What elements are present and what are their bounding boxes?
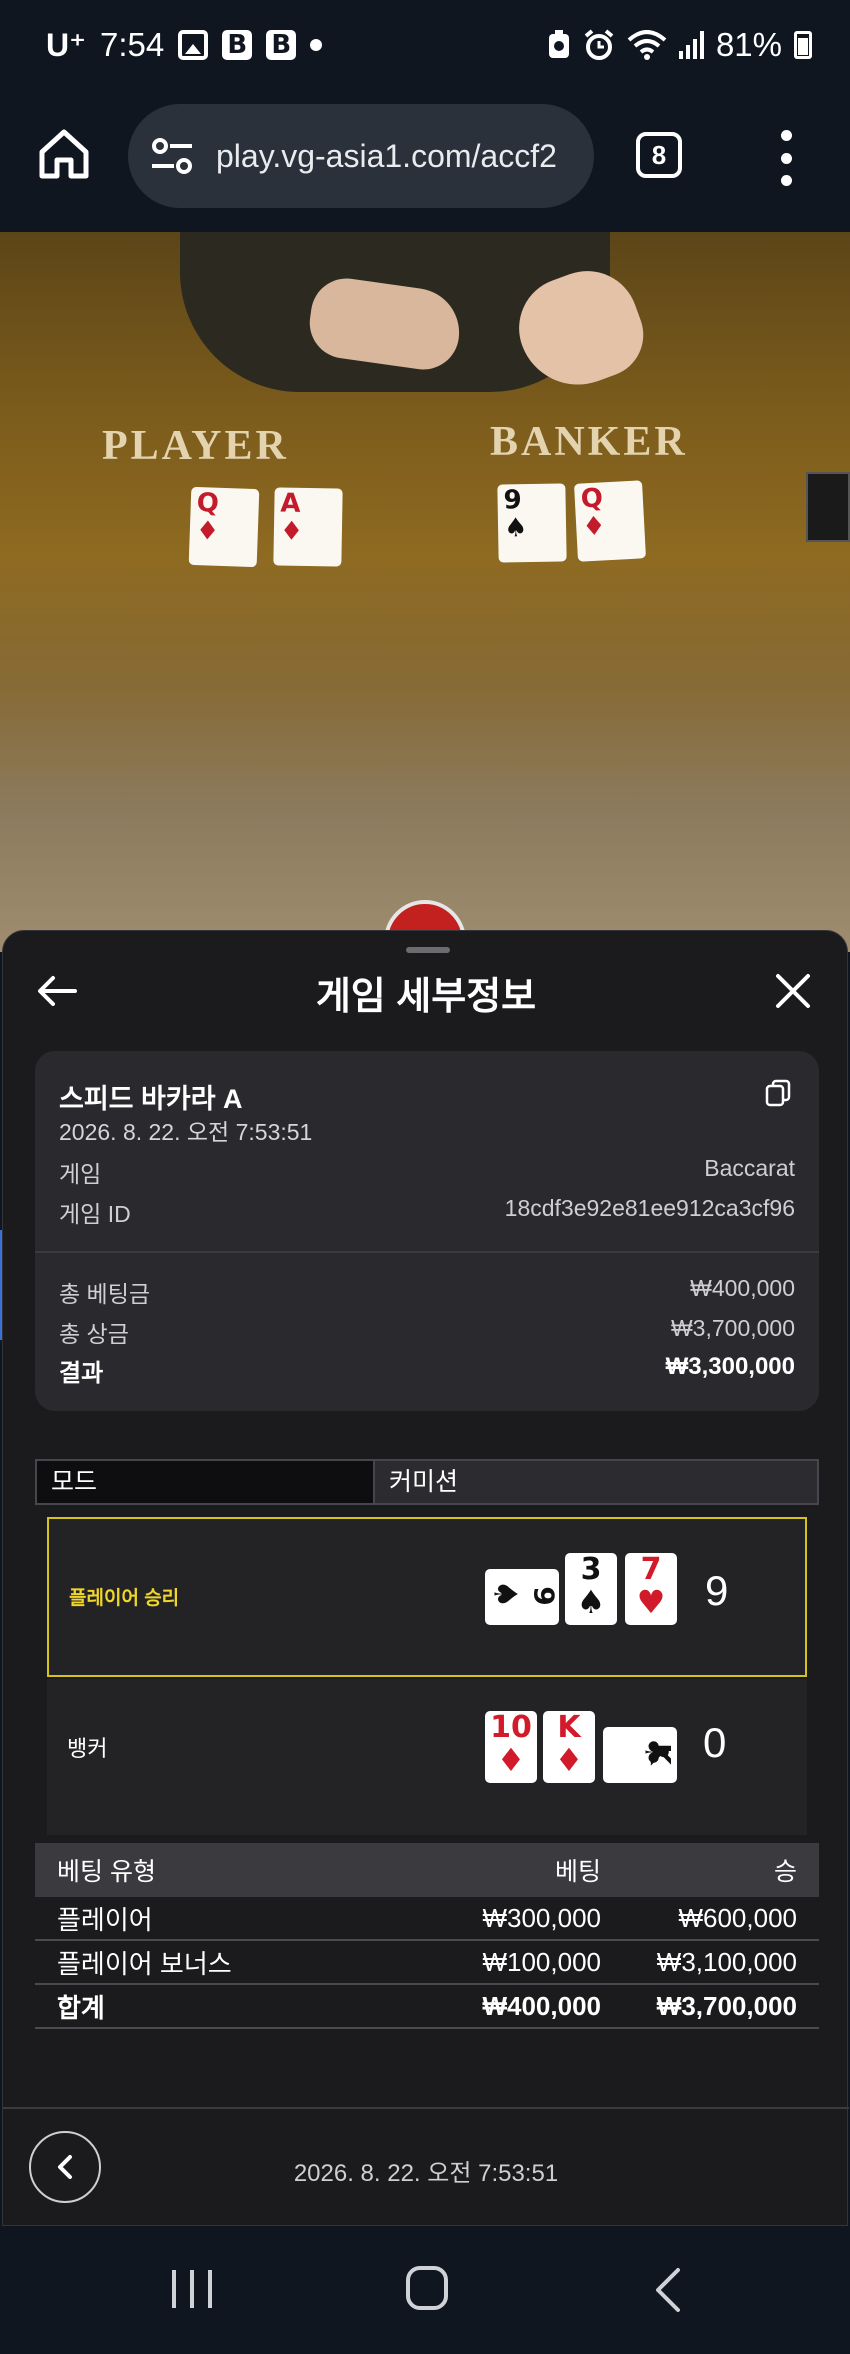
bet-table-header: 베팅 유형 베팅 승: [35, 1843, 819, 1897]
total-win-cell: ₩3,700,000: [656, 1990, 797, 2021]
system-nav-bar: [0, 2226, 850, 2354]
clock: 7:54: [100, 26, 165, 63]
recycle-icon: [548, 30, 569, 58]
game-type-value: Baccarat: [704, 1155, 795, 1181]
browser-toolbar: play.vg-asia1.com/accf2 8: [0, 96, 850, 232]
player-win-label: 플레이어 승리: [69, 1588, 180, 1609]
live-video-stream: PLAYER BANKER Q ♦ A ♦ 9 ♠ Q ♦: [0, 232, 850, 952]
game-id-row: 게임 ID 18cdf3e92e81ee912ca3cf96: [59, 1195, 795, 1229]
bet-amount-cell: ₩100,000: [482, 1946, 601, 1977]
table-total-row: 합계 ₩400,000 ₩3,700,000: [35, 1985, 819, 2029]
table-player-label: PLAYER: [102, 423, 289, 469]
card-shoe: [806, 472, 850, 542]
battery-icon: [794, 31, 812, 59]
playing-card: 3 ♠: [565, 1553, 617, 1625]
player-score: 9: [705, 1567, 729, 1614]
banker-label: 뱅커: [67, 1736, 108, 1761]
total-win-row: 총 상금 ₩3,700,000: [59, 1315, 795, 1349]
site-settings-icon[interactable]: [150, 136, 194, 176]
game-name: 스피드 바카라 A: [59, 1084, 243, 1114]
result-row: 결과 ₩3,300,000: [59, 1353, 795, 1388]
total-label-cell: 합계: [57, 1992, 105, 2023]
playing-card: K ♦: [543, 1711, 595, 1783]
b-app-icon: B: [222, 30, 253, 60]
game-type-row: 게임 Baccarat: [59, 1155, 795, 1189]
footer-datetime: 2026. 8. 22. 오전 7:53:51: [293, 2160, 559, 2187]
total-bet-value: ₩400,000: [690, 1275, 795, 1301]
b-app-icon: B: [266, 30, 297, 60]
status-left: U⁺ 7:54 B B: [46, 26, 323, 64]
tab-switcher-button[interactable]: 8: [636, 132, 682, 178]
url-text[interactable]: play.vg-asia1.com/accf2: [216, 138, 557, 175]
total-win-label: 총 상금: [59, 1321, 129, 1347]
table-banker-label: BANKER: [490, 419, 688, 465]
game-datetime: 2026. 8. 22. 오전 7:53:51: [59, 1119, 313, 1145]
table-card: Q ♦: [188, 486, 260, 568]
win-amount-cell: ₩600,000: [678, 1902, 797, 1933]
playing-card: 7 ♥: [625, 1553, 677, 1625]
home-button-icon[interactable]: [406, 2266, 448, 2310]
table-row: 플레이어 ₩300,000 ₩600,000: [35, 1897, 819, 1941]
result-label: 결과: [59, 1360, 104, 1387]
banker-score: 0: [703, 1719, 727, 1766]
divider: [3, 2107, 849, 2109]
divider: [35, 1251, 819, 1253]
playing-card: ♠ 9: [485, 1569, 560, 1625]
close-icon[interactable]: [775, 973, 811, 1009]
tab-mode[interactable]: 모드: [37, 1461, 375, 1503]
address-bar[interactable]: play.vg-asia1.com/accf2: [128, 104, 594, 208]
playing-card: 10 ♦: [485, 1711, 537, 1783]
total-bet-cell: ₩400,000: [482, 1990, 601, 2021]
recents-icon[interactable]: [172, 2270, 212, 2308]
more-menu-icon[interactable]: [776, 130, 796, 186]
player-hand-row: 플레이어 승리 ♠ 9 3 ♠ 7 ♥ 9: [47, 1517, 807, 1677]
bet-type-cell: 플레이어: [57, 1904, 153, 1935]
table-card: 9 ♠: [497, 483, 567, 563]
bet-amount-cell: ₩300,000: [482, 1902, 601, 1933]
battery-percent: 81%: [715, 26, 782, 63]
table-card: Q ♦: [574, 480, 646, 562]
header-win: 승: [773, 1858, 797, 1886]
status-bar: U⁺ 7:54 B B 81%: [0, 0, 850, 96]
carrier-label: U⁺: [46, 27, 86, 63]
bet-table: 베팅 유형 베팅 승 플레이어 ₩300,000 ₩600,000 플레이어 보…: [35, 1843, 819, 2029]
total-win-value: ₩3,700,000: [670, 1315, 795, 1341]
mode-tabs: 모드 커미션: [35, 1459, 819, 1505]
copy-icon[interactable]: [765, 1079, 791, 1107]
status-right: 81%: [547, 26, 812, 64]
total-bet-row: 총 베팅금 ₩400,000: [59, 1275, 795, 1309]
sheet-title: 게임 세부정보: [315, 976, 537, 1018]
banker-hand-row: 뱅커 10 ♦ K ♦ K ♣ 0: [47, 1679, 807, 1835]
wifi-icon: [627, 30, 667, 60]
header-bet: 베팅: [554, 1858, 601, 1886]
dot-icon: [310, 39, 323, 51]
home-icon[interactable]: [36, 126, 92, 182]
game-type-label: 게임: [59, 1161, 102, 1187]
game-id-label: 게임 ID: [59, 1201, 131, 1227]
sheet-grabber[interactable]: [406, 947, 450, 953]
win-amount-cell: ₩3,100,000: [656, 1946, 797, 1977]
result-value: ₩3,300,000: [665, 1353, 795, 1380]
signal-icon: [678, 31, 704, 59]
bet-type-cell: 플레이어 보너스: [57, 1948, 232, 1979]
back-icon[interactable]: [650, 2266, 686, 2314]
game-id-value: 18cdf3e92e81ee912ca3cf96: [504, 1195, 795, 1221]
table-row: 플레이어 보너스 ₩100,000 ₩3,100,000: [35, 1941, 819, 1985]
playing-card: K ♣: [603, 1727, 677, 1783]
tab-commission[interactable]: 커미션: [375, 1461, 817, 1503]
game-info-card: 스피드 바카라 A 2026. 8. 22. 오전 7:53:51 게임 Bac…: [35, 1051, 819, 1411]
image-icon: [178, 30, 209, 60]
table-card: A ♦: [273, 487, 343, 567]
total-bet-label: 총 베팅금: [59, 1281, 151, 1307]
game-details-sheet: 게임 세부정보 스피드 바카라 A 2026. 8. 22. 오전 7:53:5…: [2, 930, 849, 2226]
alarm-icon: [584, 29, 614, 60]
header-bet-type: 베팅 유형: [57, 1858, 156, 1886]
